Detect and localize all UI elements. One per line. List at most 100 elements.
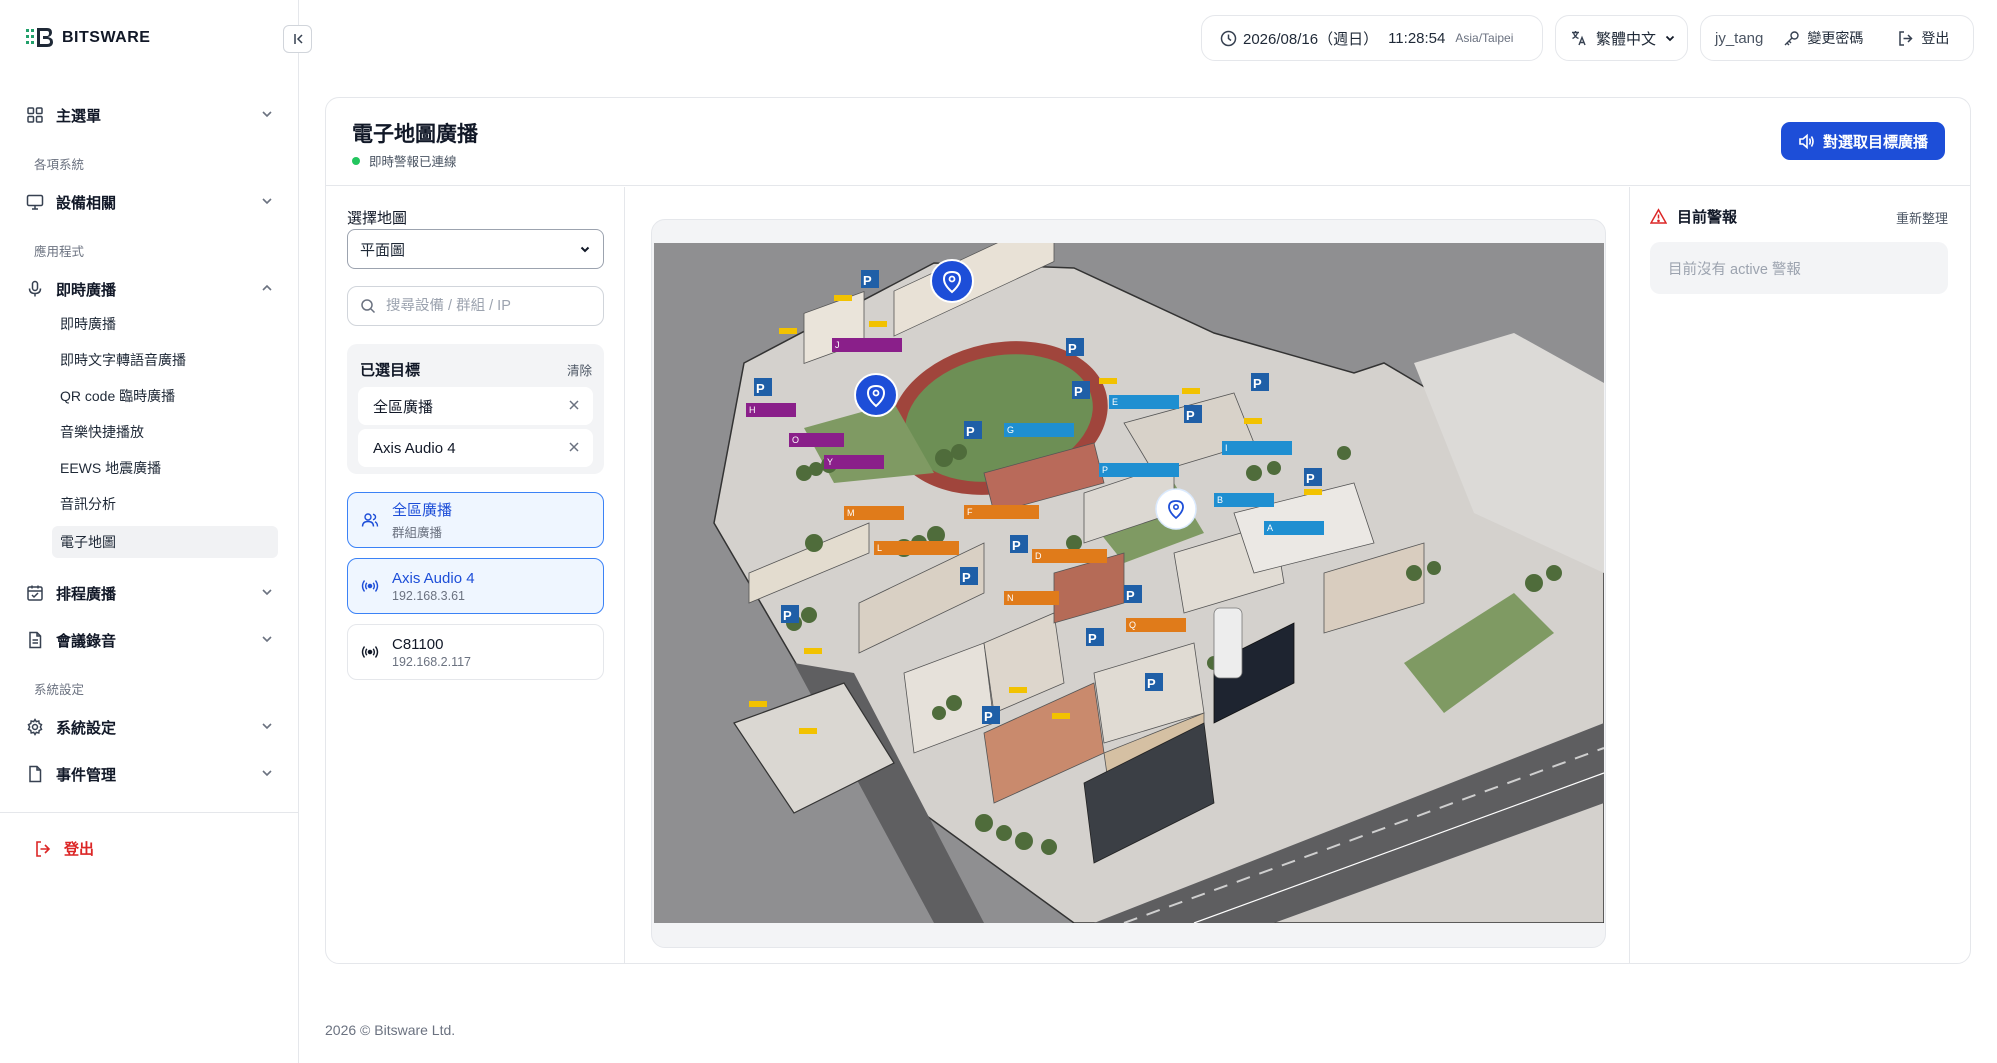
collapse-left-icon [293,34,303,44]
file-icon [29,765,42,783]
nav-label: 主選單 [56,107,102,125]
nav-label: 事件管理 [56,766,117,784]
svg-text:I: I [1225,443,1228,453]
nav-main-menu[interactable]: 主選單 [26,98,276,132]
svg-text:G: G [1007,425,1014,435]
alerts-panel: 目前警報 重新整理 目前沒有 active 警報 [1629,187,1970,964]
sidebar-logout-button[interactable]: 登出 [34,838,94,859]
device-pin [1155,488,1197,530]
refresh-alerts-link[interactable]: 重新整理 [1896,208,1948,227]
broadcast-to-selected-button[interactable]: 對選取目標廣播 [1781,122,1945,160]
monitor-icon [26,194,44,210]
section-settings: 系統設定 [34,683,85,697]
alerts-title: 目前警報 [1677,209,1738,226]
nav-schedule-broadcast[interactable]: 排程廣播 [26,576,276,610]
sub-item-tts-broadcast[interactable]: 即時文字轉語音廣播 [52,344,278,376]
chevron-down-icon [580,246,590,253]
map-viewer: P P P P P P P P P P P P P P P J H O Y G … [651,219,1606,948]
alerts-header: 目前警報 [1650,206,1737,227]
document-icon [29,631,42,649]
alert-connection-status: 即時警報已連線 [352,151,457,170]
close-icon[interactable] [567,398,581,412]
section-systems: 各項系統 [34,158,85,172]
group-icon [361,513,379,527]
sidebar-collapse-button[interactable] [283,25,312,53]
svg-text:D: D [1035,551,1042,561]
svg-text:P: P [1306,471,1315,486]
map-select[interactable]: 平面圖 [347,229,604,269]
campus-map[interactable]: P P P P P P P P P P P P P P P J H O Y G … [654,243,1604,923]
device-name: 全區廣播 [392,502,453,519]
nav-system-settings[interactable]: 系統設定 [26,710,276,744]
device-subtitle: 192.168.2.117 [392,654,472,669]
broadcast-button-label: 對選取目標廣播 [1822,133,1928,151]
chevron-down-icon [262,198,272,205]
main-card: 電子地圖廣播 即時警報已連線 對選取目標廣播 選擇地圖 平面圖 已選目標 清除 … [325,97,1971,964]
svg-text:F: F [967,507,973,517]
sub-item-qrcode-broadcast[interactable]: QR code 臨時廣播 [52,380,278,412]
selected-pin [930,259,974,303]
card-header: 電子地圖廣播 即時警報已連線 對選取目標廣播 [326,98,1970,186]
nav-live-broadcast[interactable]: 即時廣播 [26,272,276,306]
svg-text:P: P [1068,341,1077,356]
nav-devices[interactable]: 設備相關 [26,185,276,219]
svg-text:B: B [1217,495,1223,505]
grid-icon [27,107,43,123]
nav-label: 即時廣播 [56,281,117,299]
nav-meeting-recording[interactable]: 會議錄音 [26,623,276,657]
nav-label: 排程廣播 [56,585,117,603]
svg-text:L: L [877,543,882,553]
status-text: 即時警報已連線 [369,155,457,169]
brand-logo[interactable]: BITSWARE [26,25,150,51]
sub-item-music-quick-play[interactable]: 音樂快捷播放 [52,416,278,448]
speaker-icon [1799,133,1814,149]
sub-item-e-map[interactable]: 電子地圖 [52,526,278,558]
svg-text:M: M [847,508,855,518]
topbar-logout-button[interactable]: 登出 [1897,28,1949,48]
target-panel: 選擇地圖 平面圖 已選目標 清除 全區廣播 Axis Audio 4 全區廣播 [326,187,625,964]
footer-copyright: 2026 © Bitsware Ltd. [325,1022,456,1038]
device-card[interactable]: 全區廣播 群組廣播 [347,492,604,548]
timezone-label: Asia/Taipei [1455,31,1514,45]
logout-label: 登出 [1921,30,1950,46]
sidebar: BITSWARE 主選單 各項系統 設備相關 應用程式 即時廣播 即時廣播 即時… [0,0,299,1063]
svg-text:P: P [962,570,971,585]
nav-event-management[interactable]: 事件管理 [26,757,276,791]
chevron-down-icon [262,589,272,596]
device-search [347,286,604,326]
svg-text:H: H [749,405,756,415]
device-subtitle: 群組廣播 [392,526,443,540]
chip-label: 全區廣播 [373,398,434,416]
svg-text:P: P [1074,384,1083,399]
svg-text:P: P [966,424,975,439]
selected-targets: 已選目標 清除 全區廣播 Axis Audio 4 [347,344,604,474]
chevron-down-icon [262,111,272,118]
svg-text:P: P [1186,408,1195,423]
close-icon[interactable] [567,440,581,454]
clear-selection-link[interactable]: 清除 [567,360,592,379]
language-selector[interactable]: 繁體中文 [1555,15,1688,61]
datetime-display: 2026/08/16（週日） 11:28:54 Asia/Taipei [1201,15,1543,61]
selected-targets-title: 已選目標 [360,362,421,379]
username: jy_tang [1715,29,1764,47]
language-label: 繁體中文 [1596,30,1657,48]
device-card[interactable]: Axis Audio 4 192.168.3.61 [347,558,604,614]
device-card[interactable]: C81100 192.168.2.117 [347,624,604,680]
search-icon [361,299,376,314]
sub-item-live-broadcast[interactable]: 即時廣播 [52,308,278,340]
sub-item-eews-broadcast[interactable]: EEWS 地震廣播 [52,452,278,484]
device-search-input[interactable] [386,298,586,314]
sub-item-audio-analysis[interactable]: 音訊分析 [52,488,278,520]
brand-name: BITSWARE [62,29,151,46]
logout-label: 登出 [64,841,95,858]
speaker-icon [361,580,379,592]
chevron-down-icon [1665,35,1675,42]
map-select-value: 平面圖 [360,241,406,259]
sidebar-divider [0,812,299,813]
user-menu: jy_tang 變更密碼 登出 [1700,15,1974,61]
svg-text:P: P [783,608,792,623]
warning-icon [1650,208,1667,224]
change-password-button[interactable]: 變更密碼 [1783,28,1863,48]
logout-icon [36,840,51,857]
svg-text:E: E [1112,397,1118,407]
